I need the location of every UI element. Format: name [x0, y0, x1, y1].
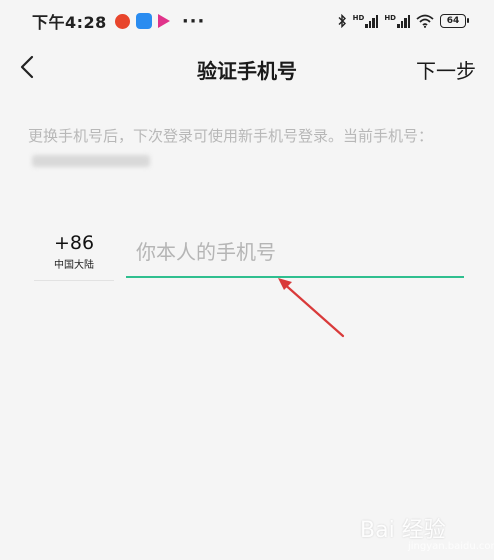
country-code: +86 [53, 232, 95, 254]
battery-icon: 64 [440, 14, 469, 28]
system-icons: HD HD 64 [337, 14, 469, 28]
country-region: 中国大陆 [54, 260, 94, 271]
status-time: 下午4:28 [32, 13, 107, 32]
notice-text: 更换手机号后，下次登录可使用新手机号登录。当前手机号： [28, 127, 434, 145]
wifi-icon [416, 14, 434, 28]
watermark-logo: Bai 经验 [360, 518, 446, 543]
more-notifications-icon: ··· [181, 10, 206, 32]
change-phone-notice: 更换手机号后，下次登录可使用新手机号登录。当前手机号： [28, 124, 468, 172]
masked-current-phone [32, 154, 150, 167]
notification-icons [114, 13, 170, 29]
next-step-button[interactable]: 下一步 [416, 55, 476, 84]
status-bar: 下午4:28 ··· HD HD 64 [0, 0, 494, 42]
chat-app-icon [135, 13, 152, 29]
watermark-url: jingyan.baidu.com [408, 541, 494, 552]
video-app-icon [157, 14, 170, 28]
navigation-bar: 验证手机号 下一步 [0, 44, 494, 90]
signal-icon: HD [353, 14, 379, 28]
location-app-icon [114, 13, 130, 29]
bluetooth-icon [338, 14, 346, 28]
signal-icon: HD [384, 14, 410, 28]
annotation-arrow-icon [278, 278, 345, 338]
battery-level: 64 [446, 16, 460, 26]
country-code-selector[interactable]: +86 中国大陆 [34, 226, 114, 281]
